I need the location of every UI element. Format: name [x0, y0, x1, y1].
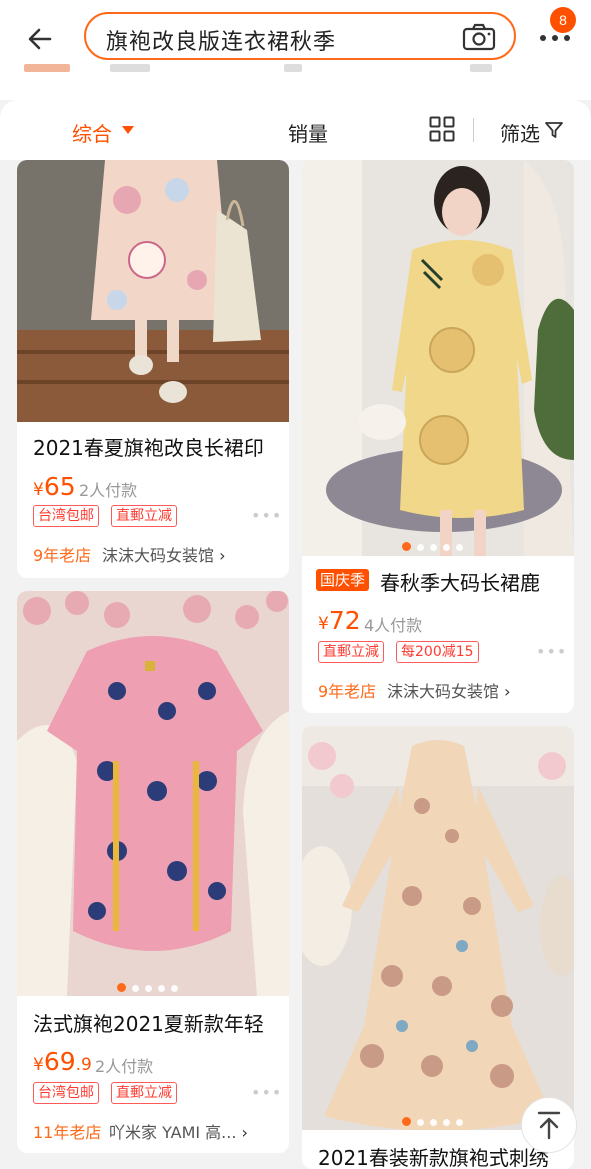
product-card[interactable]: 2021春夏旗袍改良长裙印 ¥65 2人付款 台湾包邮 直郵立减 ••• 9年老… [17, 160, 289, 578]
collapsed-tab-strip [0, 64, 591, 82]
sort-bar: 综合 销量 筛选 [0, 100, 591, 160]
product-title[interactable]: 春秋季大码长裙鹿 [380, 567, 540, 596]
chevron-right-icon: › [504, 682, 511, 701]
product-title[interactable]: 2021春夏旗袍改良长裙印 [33, 432, 264, 461]
product-image[interactable] [302, 726, 574, 1130]
back-arrow-icon[interactable] [22, 20, 62, 60]
product-photo [17, 591, 289, 996]
festival-badge: 国庆季 [316, 569, 370, 591]
shop-name[interactable]: 沫沫大码女装馆 › [387, 678, 511, 702]
sales-count: 2人付款 [79, 481, 138, 500]
promo-tag: 直郵立减 [111, 505, 177, 527]
top-bar: 旗袍改良版连衣裙秋季 8 [0, 0, 591, 100]
more-options-icon[interactable]: ••• [251, 506, 282, 525]
product-photo [17, 160, 289, 422]
carousel-dots [117, 977, 184, 992]
promo-tag: 台湾包邮 [33, 505, 99, 527]
shop-age: 11年老店 [33, 1123, 102, 1142]
product-image[interactable] [17, 160, 289, 422]
product-card[interactable]: 国庆季 春秋季大码长裙鹿 ¥72 4人付款 直郵立減 每200减15 ••• 9… [302, 160, 574, 713]
shop-name[interactable]: 沫沫大码女装馆 › [102, 542, 226, 566]
product-photo [302, 160, 574, 556]
shop-age: 9年老店 [318, 682, 377, 701]
sort-comprehensive[interactable]: 综合 [72, 118, 112, 147]
more-options-icon[interactable]: ••• [251, 1083, 282, 1102]
search-bar[interactable]: 旗袍改良版连衣裙秋季 [84, 12, 516, 60]
sales-count: 2人付款 [95, 1057, 154, 1076]
grid-view-icon[interactable] [429, 116, 455, 142]
sort-divider [473, 118, 474, 142]
promo-tag: 每200减15 [396, 641, 479, 663]
message-badge: 8 [550, 7, 576, 33]
product-title[interactable]: 2021春装新款旗袍式刺绣 [318, 1142, 549, 1169]
chevron-right-icon: › [219, 546, 226, 565]
promo-tag: 台湾包邮 [33, 1082, 99, 1104]
more-options-icon[interactable]: ••• [536, 642, 567, 661]
promo-tag: 直郵立减 [111, 1082, 177, 1104]
product-title[interactable]: 法式旗袍2021夏新款年轻 [33, 1008, 264, 1037]
filter-funnel-icon[interactable] [544, 120, 564, 140]
product-image[interactable] [302, 160, 574, 556]
sales-count: 4人付款 [364, 616, 423, 635]
product-price: ¥65 [33, 472, 76, 501]
search-query[interactable]: 旗袍改良版连衣裙秋季 [106, 24, 336, 56]
product-card[interactable]: 法式旗袍2021夏新款年轻 ¥69.9 2人付款 台湾包邮 直郵立减 ••• 1… [17, 591, 289, 1153]
chevron-right-icon: › [241, 1123, 248, 1142]
product-price: ¥72 [318, 606, 361, 635]
promo-tag: 直郵立減 [318, 641, 384, 663]
product-price: ¥69.9 [33, 1047, 92, 1076]
filter-button[interactable]: 筛选 [500, 118, 540, 147]
caret-down-icon[interactable] [122, 126, 134, 134]
product-image[interactable] [17, 591, 289, 996]
back-to-top-button[interactable] [521, 1097, 577, 1153]
sort-sales[interactable]: 销量 [288, 118, 328, 147]
shop-name[interactable]: 吖米家 YAMI 高... › [109, 1119, 248, 1143]
shop-age: 9年老店 [33, 546, 92, 565]
camera-icon[interactable] [462, 23, 496, 51]
carousel-dots [402, 536, 469, 551]
back-to-top-icon [537, 1111, 561, 1140]
product-photo [302, 726, 574, 1130]
carousel-dots [402, 1111, 469, 1126]
